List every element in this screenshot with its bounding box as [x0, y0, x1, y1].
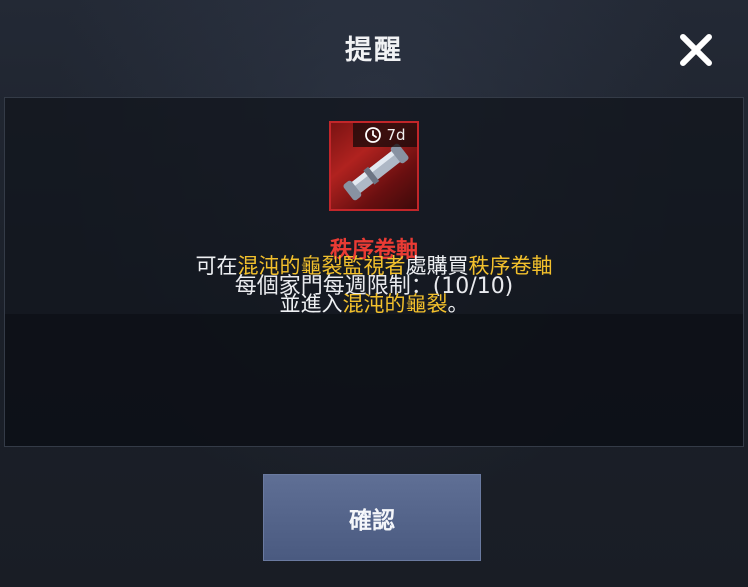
- close-button[interactable]: [674, 28, 718, 72]
- item-icon[interactable]: 7d: [329, 121, 419, 211]
- confirm-button[interactable]: 確認: [263, 474, 481, 561]
- close-icon: [680, 34, 712, 66]
- duration-badge: 7d: [353, 123, 417, 147]
- info-text-segment: 並進入: [279, 292, 343, 316]
- clock-icon: [365, 127, 382, 143]
- reminder-dialog: 提醒 7d 秩序卷軸 每個家門每週限制：(10/10) 可在混沌的龜裂監視者處購…: [0, 0, 748, 587]
- location-highlight: 混沌的龜裂監視者: [237, 254, 406, 278]
- info-section: [5, 314, 743, 446]
- dungeon-highlight: 混沌的龜裂: [342, 292, 448, 316]
- dialog-title: 提醒: [345, 35, 403, 66]
- info-line-1: 可在混沌的龜裂監視者處購買秩序卷軸: [0, 247, 748, 285]
- info-text-segment: 。: [447, 292, 469, 316]
- info-line-2: 並進入混沌的龜裂。: [0, 285, 748, 323]
- info-text-segment: 處購買: [405, 254, 469, 278]
- info-text: 可在混沌的龜裂監視者處購買秩序卷軸 並進入混沌的龜裂。: [0, 247, 748, 323]
- duration-text: 7d: [386, 126, 406, 144]
- info-text-segment: 可在: [195, 254, 238, 278]
- item-highlight: 秩序卷軸: [468, 254, 553, 278]
